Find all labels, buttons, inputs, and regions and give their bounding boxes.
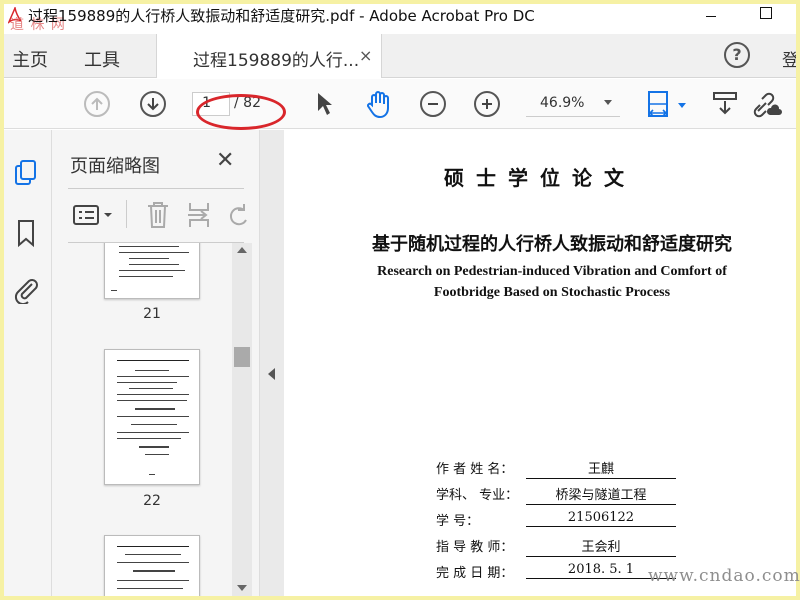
- page-thumbnail-23[interactable]: [104, 535, 200, 596]
- info-value: 王会利: [526, 536, 676, 557]
- watermark-url: www.cndao.com: [648, 566, 800, 586]
- info-row-major: 学科、 专业： 桥梁与隧道工程: [436, 484, 796, 505]
- title-bar: 道 株 网 过程159889的人行桥人致振动和舒适度研究.pdf - Adobe…: [4, 4, 796, 33]
- info-label: 完 成 日 期：: [436, 566, 514, 581]
- scroll-down-icon[interactable]: [237, 585, 247, 591]
- menu-tab-bar: 主页 工具 过程159889的人行... × ? 登: [4, 34, 796, 78]
- thesis-type-heading: 硕士学位论文: [444, 166, 636, 190]
- bookmarks-icon[interactable]: [12, 218, 40, 248]
- attachments-icon[interactable]: [12, 274, 40, 304]
- insert-page-icon[interactable]: [186, 200, 216, 230]
- left-navigation-rail: [4, 130, 52, 596]
- minimize-button[interactable]: [692, 4, 732, 28]
- thumbnail-label: 22: [143, 493, 161, 509]
- info-value: 21506122: [526, 510, 676, 527]
- page-thumbnail-21[interactable]: [104, 243, 200, 299]
- maximize-button[interactable]: [746, 4, 786, 28]
- info-value: 王麒: [526, 458, 676, 479]
- info-label: 学 号：: [436, 514, 480, 529]
- scroll-mode-icon[interactable]: [712, 91, 740, 117]
- thumbnail-list: 21 22: [52, 243, 260, 596]
- english-title-line-1: Research on Pedestrian-induced Vibration…: [377, 264, 727, 279]
- window-title: 过程159889的人行桥人致振动和舒适度研究.pdf - Adobe Acrob…: [28, 7, 535, 25]
- close-tab-icon[interactable]: ×: [359, 46, 372, 65]
- panel-divider: [68, 188, 244, 189]
- red-annotation-ellipse: [196, 94, 286, 130]
- zoom-in-icon[interactable]: [474, 91, 500, 117]
- acrobat-window: 道 株 网 过程159889的人行桥人致振动和舒适度研究.pdf - Adobe…: [4, 4, 796, 596]
- document-tab[interactable]: 过程159889的人行... ×: [156, 34, 382, 78]
- info-label: 学科、 专业：: [436, 488, 519, 503]
- page-thumbnails-icon[interactable]: [12, 158, 40, 188]
- menu-home[interactable]: 主页: [12, 46, 48, 72]
- scroll-up-icon[interactable]: [237, 247, 247, 253]
- help-icon[interactable]: ?: [724, 42, 750, 68]
- share-link-icon[interactable]: [752, 91, 782, 119]
- next-page-icon[interactable]: [140, 91, 166, 117]
- collapse-panel-icon[interactable]: [268, 368, 275, 380]
- select-cursor-icon[interactable]: [314, 91, 336, 117]
- zoom-out-icon[interactable]: [420, 91, 446, 117]
- hand-tool-icon[interactable]: [364, 89, 394, 119]
- info-label: 作 者 姓 名：: [436, 462, 514, 477]
- english-title-line-2: Footbridge Based on Stochastic Process: [433, 285, 671, 300]
- info-label: 指 导 教 师：: [436, 540, 514, 555]
- toolbar-separator: [126, 200, 127, 228]
- page-thumbnail-22[interactable]: [104, 349, 200, 485]
- panel-collapse-strip[interactable]: [260, 130, 284, 596]
- thumbnail-scrollbar[interactable]: [232, 243, 252, 596]
- menu-tools[interactable]: 工具: [84, 46, 120, 72]
- zoom-level-select[interactable]: 46.9%: [526, 91, 620, 117]
- info-row-advisor: 指 导 教 师： 王会利: [436, 536, 796, 557]
- chinese-title: 基于随机过程的人行桥人致振动和舒适度研究: [372, 234, 732, 255]
- delete-page-icon[interactable]: [144, 200, 172, 230]
- info-row-student-id: 学 号： 21506122: [436, 510, 796, 530]
- rotate-page-icon[interactable]: [226, 202, 250, 228]
- scrollbar-thumb[interactable]: [234, 347, 250, 367]
- info-row-author: 作 者 姓 名： 王麒: [436, 458, 796, 479]
- sign-in-button[interactable]: 登: [782, 46, 796, 71]
- fit-page-icon[interactable]: [644, 89, 674, 119]
- thumbnails-panel: 页面缩略图 ✕ 21 22: [52, 130, 260, 596]
- panel-toolbar: [68, 194, 247, 234]
- main-toolbar: 1 / 82 46.9%: [4, 79, 796, 130]
- fit-options-chevron-icon[interactable]: [678, 103, 686, 108]
- chevron-down-icon: [604, 100, 612, 105]
- close-panel-icon[interactable]: ✕: [216, 148, 234, 173]
- thumbnail-label: 21: [143, 306, 161, 322]
- document-page: 硕士学位论文 基于随机过程的人行桥人致振动和舒适度研究 Research on …: [284, 130, 796, 596]
- zoom-level-value: 46.9%: [540, 95, 585, 111]
- panel-title: 页面缩略图: [70, 156, 160, 177]
- info-value: 桥梁与隧道工程: [526, 484, 676, 505]
- previous-page-icon[interactable]: [84, 91, 110, 117]
- thumbnail-options-icon[interactable]: [72, 202, 116, 228]
- document-tab-label: 过程159889的人行...: [193, 51, 360, 71]
